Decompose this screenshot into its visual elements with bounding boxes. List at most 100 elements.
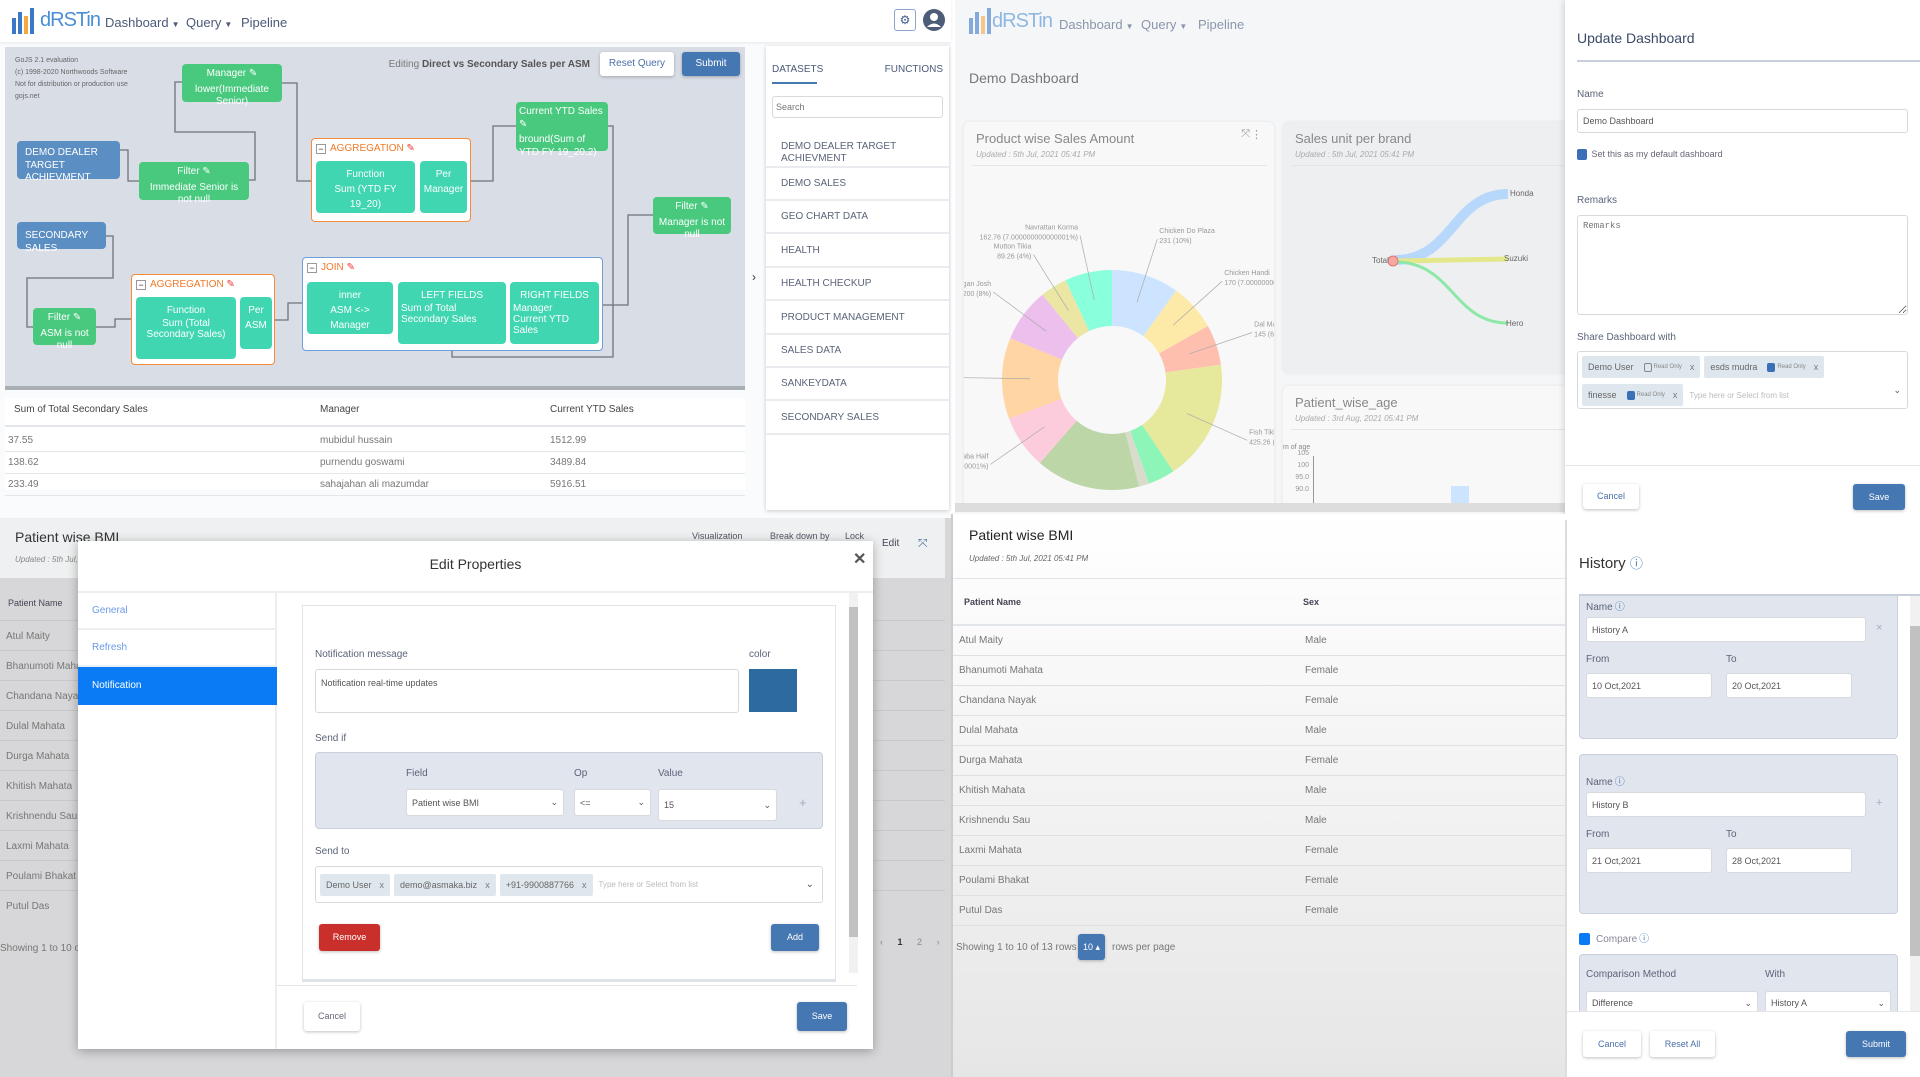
tab-functions[interactable]: FUNCTIONS — [885, 64, 943, 75]
node-filter-asm[interactable]: Filter ✎ ASM is not null — [33, 308, 96, 351]
table-row[interactable]: 138.62 purnendu goswami 3489.84 — [5, 452, 745, 474]
nav-query[interactable]: Query ▼ — [186, 15, 232, 30]
remove-chip-icon[interactable]: x — [485, 880, 490, 890]
history-scrollbar[interactable] — [1910, 596, 1920, 1011]
dataset-item[interactable]: HEALTH — [766, 235, 949, 268]
to-date-input[interactable]: 28 Oct,2021 — [1726, 848, 1852, 873]
aggregation-per[interactable]: Per ASM — [240, 297, 272, 349]
nav-pipeline[interactable]: Pipeline — [1198, 17, 1244, 32]
edit-link[interactable]: Edit — [882, 538, 899, 549]
cancel-button[interactable]: Cancel — [1583, 484, 1639, 509]
read-only-toggle[interactable]: Read Only — [1626, 390, 1665, 400]
collapse-icon[interactable]: − — [316, 144, 326, 154]
column-header-patient-name[interactable]: Patient Name — [964, 597, 1021, 607]
node-aggregation-asm[interactable]: − AGGREGATION ✎ Function Sum (Total Secon… — [131, 274, 275, 365]
recipient-chip[interactable]: Demo User x — [320, 873, 391, 896]
read-only-toggle[interactable]: Read Only — [1767, 362, 1806, 372]
value-select[interactable]: 15 ⌄ — [658, 789, 777, 821]
nav-query[interactable]: Query ▼ — [1141, 17, 1187, 32]
collapse-icon[interactable]: − — [136, 280, 146, 290]
node-filter-immediate-senior[interactable]: Filter ✎ Immediate Senior is not null — [139, 162, 249, 205]
table-row[interactable]: Dulal Mahata Male — [953, 716, 1567, 746]
remove-chip-icon[interactable]: x — [1690, 362, 1695, 372]
column-header[interactable]: Manager — [320, 404, 359, 415]
join-type[interactable]: inner ASM <-> Manager — [307, 282, 393, 334]
chevron-down-icon[interactable]: ⌄ — [1893, 385, 1901, 396]
node-filter-manager[interactable]: Filter ✎ Manager is not null — [653, 197, 731, 240]
table-row[interactable]: Laxmi Mahata Female — [953, 836, 1567, 866]
table-row[interactable]: Atul Maity Male — [953, 626, 1567, 656]
edit-icon[interactable]: ✎ — [519, 119, 527, 130]
node-manager[interactable]: Manager ✎ lower(Immediate Senior) — [182, 64, 282, 107]
column-header[interactable]: Patient Name — [8, 598, 63, 608]
nav-dashboard[interactable]: Dashboard ▼ — [105, 15, 180, 30]
comparison-method-select[interactable]: Difference ⌄ — [1586, 991, 1758, 1011]
close-icon[interactable]: ✕ — [853, 549, 866, 569]
remove-icon[interactable]: × — [1876, 622, 1882, 634]
dataset-item[interactable]: SANKEYDATA — [766, 368, 949, 402]
dataset-item[interactable]: PRODUCT MANAGEMENT — [766, 302, 949, 335]
from-date-input[interactable]: 10 Oct,2021 — [1586, 673, 1712, 698]
table-row[interactable]: 37.55 mubidul hussain 1512.99 — [5, 430, 745, 452]
from-date-input[interactable]: 21 Oct,2021 — [1586, 848, 1712, 873]
column-header[interactable]: Current YTD Sales — [550, 404, 634, 415]
column-header[interactable]: Sum of Total Secondary Sales — [14, 404, 148, 415]
color-picker-swatch[interactable] — [749, 669, 797, 712]
node-secondary-sales[interactable]: SECONDARY SALES — [17, 222, 106, 254]
remove-chip-icon[interactable]: x — [380, 880, 385, 890]
table-row[interactable]: Bhanumoti Mahata Female — [953, 656, 1567, 686]
remove-chip-icon[interactable]: x — [1673, 390, 1678, 400]
diagram-canvas[interactable]: GoJS 2.1 evaluation (c) 1998-2020 Northwo… — [5, 47, 745, 390]
dataset-item[interactable]: DEMO SALES — [766, 168, 949, 201]
node-current-ytd-sales[interactable]: Current YTD Sales ✎ bround(Sum of YTD FY … — [516, 102, 608, 158]
recipient-chip[interactable]: +91-9900887766 x — [499, 873, 593, 896]
with-select[interactable]: History A ⌄ — [1765, 991, 1891, 1011]
column-header-sex[interactable]: Sex — [1303, 597, 1319, 607]
history-name-input[interactable]: History A — [1586, 617, 1866, 642]
dataset-item[interactable]: HEALTH CHECKUP — [766, 268, 949, 302]
to-date-input[interactable]: 20 Oct,2021 — [1726, 673, 1852, 698]
send-to-select[interactable]: Demo User x demo@asmaka.biz x +91-9900887766… — [315, 866, 823, 903]
recipient-chip[interactable]: demo@asmaka.biz x — [394, 873, 496, 896]
save-button[interactable]: Save — [797, 1002, 847, 1031]
share-chip[interactable]: finesse Read Only x — [1582, 384, 1684, 406]
add-condition-plus-icon[interactable]: + — [799, 795, 807, 810]
dataset-item[interactable]: GEO CHART DATA — [766, 201, 949, 235]
cancel-button[interactable]: Cancel — [304, 1002, 360, 1031]
join-left-fields[interactable]: LEFT FIELDS Sum of Total Secondary Sales — [398, 282, 506, 344]
dataset-item[interactable]: DEMO DEALER TARGET ACHIEVMENT — [766, 131, 949, 168]
visualization-link[interactable]: Visualization — [692, 531, 742, 541]
table-row[interactable]: Putul Das Female — [953, 896, 1567, 926]
expand-icon[interactable]: ⤧ — [918, 536, 928, 551]
tab-general[interactable]: General — [78, 593, 275, 630]
submit-button[interactable]: Submit — [1846, 1031, 1906, 1057]
add-icon[interactable]: + — [1876, 797, 1882, 809]
node-join[interactable]: − JOIN ✎ inner ASM <-> Manager LEFT FIELD… — [302, 257, 603, 351]
chevron-down-icon[interactable]: ⌄ — [806, 879, 814, 890]
notification-message-textarea[interactable]: Notification real-time updates — [315, 669, 739, 713]
tab-refresh[interactable]: Refresh — [78, 630, 275, 667]
table-row[interactable]: Krishnendu Sau Male — [953, 806, 1567, 836]
settings-button[interactable]: ⚙ — [894, 9, 916, 31]
tab-datasets[interactable]: DATASETS — [772, 64, 823, 75]
page-size-dropdown[interactable]: 10 ▴ — [1078, 934, 1105, 960]
table-row[interactable]: Chandana Nayak Female — [953, 686, 1567, 716]
nav-pipeline[interactable]: Pipeline — [241, 15, 287, 30]
user-avatar-icon[interactable] — [922, 8, 946, 32]
remove-button[interactable]: Remove — [319, 924, 380, 951]
read-only-toggle[interactable]: Read Only — [1643, 362, 1682, 372]
share-chip[interactable]: Demo User Read Only x — [1582, 356, 1701, 378]
cancel-button[interactable]: Cancel — [1583, 1031, 1641, 1057]
nav-dashboard[interactable]: Dashboard ▼ — [1059, 17, 1134, 32]
share-chip[interactable]: esds mudra Read Only x — [1704, 356, 1825, 378]
edit-icon[interactable]: ✎ — [249, 68, 257, 79]
remarks-textarea[interactable] — [1577, 215, 1908, 315]
remove-chip-icon[interactable]: x — [582, 880, 587, 890]
add-button[interactable]: Add — [771, 924, 819, 951]
break-down-by-link[interactable]: Break down by — [770, 531, 830, 541]
aggregation-function[interactable]: Function Sum (Total Secondary Sales) — [136, 297, 236, 359]
edit-icon[interactable]: ✎ — [202, 166, 210, 177]
horizontal-scrollbar[interactable] — [955, 503, 1565, 512]
default-dashboard-checkbox[interactable]: Set this as my default dashboard — [1577, 149, 1723, 161]
op-select[interactable]: <= ⌄ — [574, 789, 651, 816]
